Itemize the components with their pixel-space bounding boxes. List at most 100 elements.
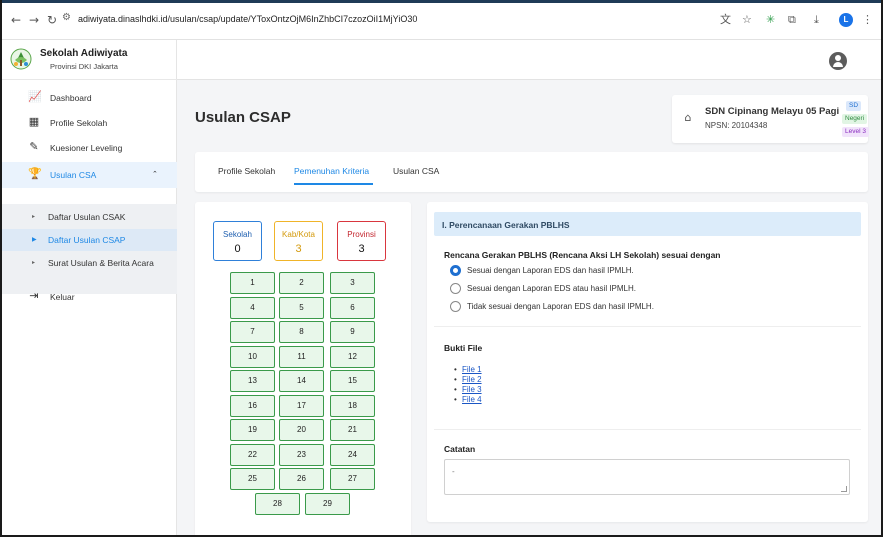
criteria-number-button[interactable]: 16 [230, 394, 275, 417]
arrow-right-icon[interactable]: → [26, 12, 42, 28]
stat-value: 3 [358, 243, 365, 255]
badge-status: Negeri [842, 114, 868, 124]
criteria-number-button[interactable]: 21 [330, 419, 375, 441]
more-menu-icon[interactable]: ⋮ [862, 11, 873, 29]
criteria-number-button[interactable]: 3 [330, 272, 375, 294]
criteria-number-button[interactable]: 27 [330, 468, 375, 490]
sidebar-item-profile-sekolah[interactable]: ▦ Profile Sekolah [2, 113, 177, 133]
criteria-card: Sekolah 0 Kab/Kota 3 Provinsi 3 12345678… [195, 202, 411, 535]
sidebar-item-usulan-csa[interactable]: 🏆 Usulan CSA ⌃ [2, 162, 177, 188]
active-tab-indicator [294, 183, 373, 185]
criteria-number-button[interactable]: 15 [330, 370, 375, 392]
catatan-textarea[interactable]: - [444, 459, 850, 495]
criteria-number-button[interactable]: 10 [230, 345, 275, 368]
bukti-file-title: Bukti File [444, 343, 483, 353]
stat-label: Provinsi [347, 230, 376, 239]
criteria-number-button[interactable]: 5 [279, 296, 324, 319]
tab-profile-sekolah[interactable]: Profile Sekolah [218, 166, 275, 176]
file-link-3[interactable]: File 3 [462, 385, 482, 394]
criteria-number-button[interactable]: 22 [230, 443, 275, 466]
criteria-number-button[interactable]: 11 [279, 345, 324, 368]
stat-provinsi: Provinsi 3 [337, 221, 386, 261]
sidebar: Sekolah Adiwiyata Provinsi DKI Jakarta 📈… [2, 40, 177, 535]
sidebar-item-keluar[interactable]: ⇥ Keluar [2, 287, 177, 307]
sidebar-item-label: Usulan CSA [50, 170, 97, 180]
building-icon: ▦ [28, 115, 40, 128]
radio-label: Sesuai dengan Laporan EDS dan hasil IPML… [467, 266, 634, 275]
puzzle-icon[interactable]: ⧉ [788, 11, 796, 29]
chevron-up-icon: ⌃ [152, 171, 158, 178]
criteria-number-button[interactable]: 20 [279, 419, 324, 441]
logout-icon: ⇥ [29, 289, 39, 302]
reload-icon[interactable]: ↻ [44, 12, 60, 28]
star-icon[interactable]: ☆ [742, 11, 752, 29]
criteria-number-button[interactable]: 7 [230, 321, 275, 343]
brand[interactable]: Sekolah Adiwiyata Provinsi DKI Jakarta [2, 40, 177, 80]
criteria-number-button[interactable]: 8 [279, 321, 324, 343]
school-name: SDN Cipinang Melayu 05 Pagi [705, 106, 840, 117]
criteria-number-button[interactable]: 9 [330, 321, 375, 343]
stat-sekolah: Sekolah 0 [213, 221, 262, 261]
criteria-number-button[interactable]: 29 [305, 492, 350, 515]
page-title: Usulan CSAP [195, 109, 291, 126]
bukti-file-section: Bukti File • File 1 • File 2 • File 3 • … [434, 326, 861, 429]
sidebar-item-label: Profile Sekolah [50, 118, 108, 128]
site-settings-icon[interactable]: ⚙ [62, 12, 71, 23]
submenu-item-label: Daftar Usulan CSAP [48, 235, 126, 245]
criteria-number-button[interactable]: 14 [279, 370, 324, 392]
radio-unchecked-icon[interactable] [450, 283, 461, 294]
criteria-number-button[interactable]: 17 [279, 394, 324, 417]
criteria-number-button[interactable]: 19 [230, 419, 275, 441]
file-link-2[interactable]: File 2 [462, 375, 482, 384]
sidebar-item-label: Kuesioner Leveling [50, 143, 123, 153]
file-link-4[interactable]: File 4 [462, 395, 482, 404]
sidebar-item-kuesioner-leveling[interactable]: ✎ Kuesioner Leveling [2, 138, 177, 158]
tab-usulan-csa[interactable]: Usulan CSA [393, 166, 439, 176]
submenu-item-csak[interactable]: ▸ Daftar Usulan CSAK [2, 206, 177, 228]
radio-unchecked-icon[interactable] [450, 301, 461, 312]
submenu-item-csap[interactable]: ▶ Daftar Usulan CSAP [2, 229, 177, 251]
criteria-number-button[interactable]: 18 [330, 394, 375, 417]
criteria-number-button[interactable]: 26 [279, 468, 324, 490]
catatan-value: - [452, 467, 455, 476]
radio-checked-icon[interactable] [450, 265, 461, 276]
section-title: I. Perencanaan Gerakan PBLHS [442, 220, 570, 230]
sidebar-item-dashboard[interactable]: 📈 Dashboard [2, 88, 177, 108]
criteria-number-button[interactable]: 28 [255, 492, 300, 515]
criteria-number-button[interactable]: 12 [330, 345, 375, 368]
criteria-number-button[interactable]: 2 [279, 272, 324, 294]
sidebar-submenu: ▸ Daftar Usulan CSAK ▶ Daftar Usulan CSA… [2, 204, 177, 294]
tab-pemenuhan-kriteria[interactable]: Pemenuhan Kriteria [294, 166, 369, 176]
school-npsn: NPSN: 20104348 [705, 121, 768, 130]
bullet: • [454, 385, 457, 394]
criteria-number-button[interactable]: 23 [279, 443, 324, 466]
catatan-title: Catatan [444, 444, 476, 454]
user-avatar-icon[interactable] [829, 52, 847, 70]
browser-profile-avatar[interactable]: L [839, 13, 853, 27]
submenu-item-surat[interactable]: ▸ Surat Usulan & Berita Acara [2, 252, 177, 274]
criteria-number-button[interactable]: 13 [230, 370, 275, 392]
app-frame: ← → ↻ ⚙ adiwiyata.dinaslhdki.id/usulan/c… [0, 0, 883, 537]
submenu-item-label: Daftar Usulan CSAK [48, 212, 126, 222]
resize-handle-icon[interactable] [841, 486, 847, 492]
stat-kabkota: Kab/Kota 3 [274, 221, 323, 261]
brand-title: Sekolah Adiwiyata [40, 48, 128, 59]
criteria-number-button[interactable]: 1 [230, 272, 275, 294]
bullet: • [454, 365, 457, 374]
address-bar[interactable]: ⚙ adiwiyata.dinaslhdki.id/usulan/csap/up… [62, 10, 462, 30]
badge-level-type: SD [846, 101, 862, 111]
criteria-number-button[interactable]: 25 [230, 468, 275, 490]
url-text[interactable]: adiwiyata.dinaslhdki.id/usulan/csap/upda… [78, 14, 417, 24]
download-icon[interactable]: ⤓ [814, 11, 819, 29]
criteria-number-button[interactable]: 6 [330, 296, 375, 319]
brand-subtitle: Provinsi DKI Jakarta [50, 62, 118, 71]
extension-icon[interactable]: ✳ [766, 11, 775, 29]
translate-icon[interactable]: 文 [720, 11, 731, 29]
file-link-1[interactable]: File 1 [462, 365, 482, 374]
trophy-icon: 🏆 [28, 167, 42, 180]
criteria-number-button[interactable]: 4 [230, 296, 275, 319]
criteria-number-button[interactable]: 24 [330, 443, 375, 466]
arrow-left-icon[interactable]: ← [8, 12, 24, 28]
chevron-right-icon: ▸ [32, 259, 36, 266]
stat-value: 3 [295, 243, 302, 255]
